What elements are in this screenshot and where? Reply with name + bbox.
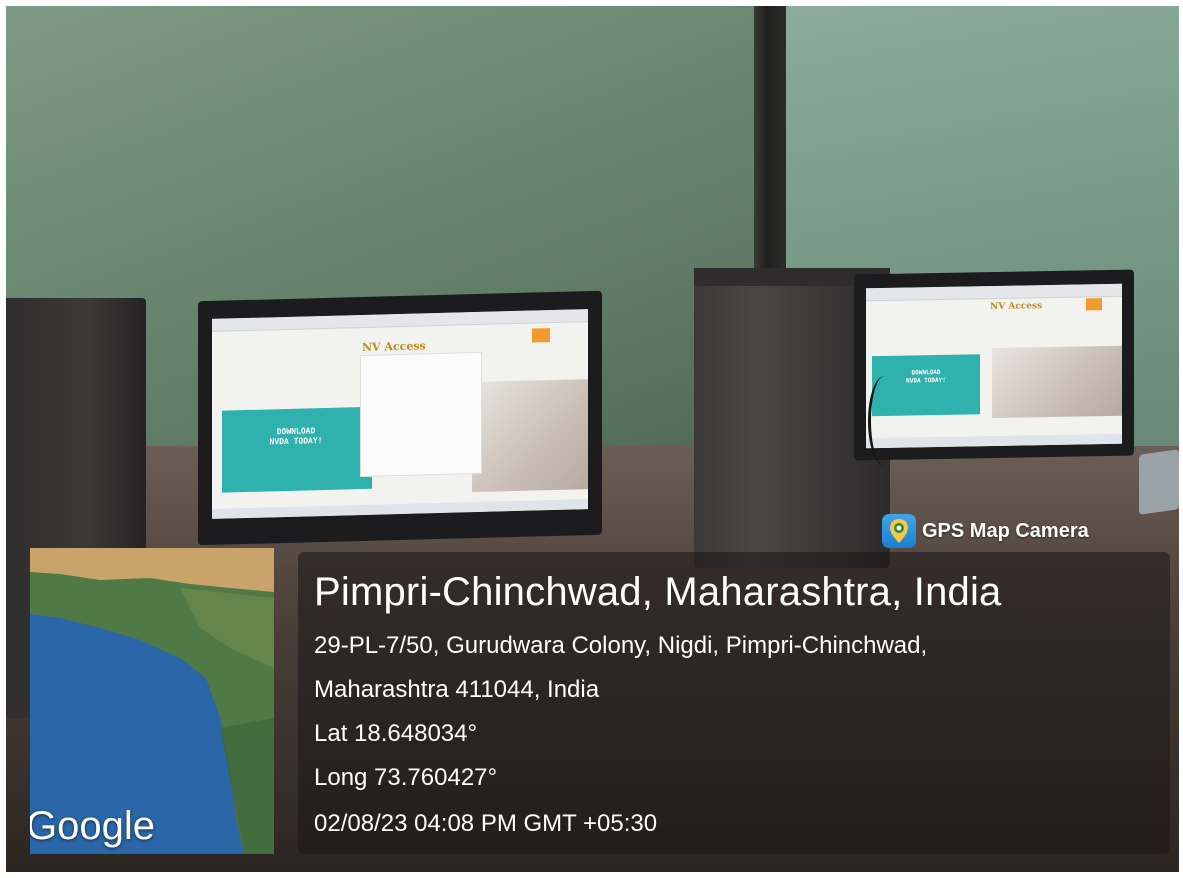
address-line-1: 29-PL-7/50, Gurudwara Colony, Nigdi, Pim…: [314, 632, 928, 659]
map-pin-icon: [890, 519, 908, 543]
gps-map-camera-icon: [882, 514, 916, 548]
download-banner: [222, 406, 372, 493]
typing-hands-image: [992, 345, 1122, 419]
browser-toolbar: [866, 283, 1122, 302]
longitude: Long 73.760427°: [314, 764, 498, 791]
gps-map-camera-label: GPS Map Camera: [922, 519, 1089, 542]
monitor-left: NV Access DOWNLOAD NVDA TODAY!: [198, 290, 602, 546]
popup-dialog: [360, 351, 482, 478]
monitor-right-screen: NV Access DOWNLOAD NVDA TODAY!: [866, 283, 1122, 449]
gps-map-camera-badge: GPS Map Camera: [882, 514, 1089, 548]
site-badge: [532, 328, 550, 343]
site-logo: NV Access: [990, 301, 1043, 313]
google-logo: Google: [30, 804, 155, 848]
location-title: Pimpri-Chinchwad, Maharashtra, India: [314, 570, 1002, 614]
taskbar: [866, 433, 1122, 449]
taskbar: [212, 499, 588, 519]
address-line-2: Maharashtra 411044, India: [314, 676, 600, 703]
monitor-cable: [868, 376, 901, 466]
site-badge: [1086, 298, 1102, 311]
download-banner-text: DOWNLOAD NVDA TODAY!: [236, 425, 356, 449]
typing-hands-image: [472, 379, 588, 493]
latitude: Lat 18.648034°: [314, 720, 478, 747]
monitor-left-screen: NV Access DOWNLOAD NVDA TODAY!: [212, 309, 588, 519]
timestamp: 02/08/23 04:08 PM GMT +05:30: [314, 810, 658, 837]
site-logo: NV Access: [362, 339, 426, 354]
map-thumbnail: Google: [30, 548, 274, 854]
keyboard-edge: [1139, 449, 1179, 515]
